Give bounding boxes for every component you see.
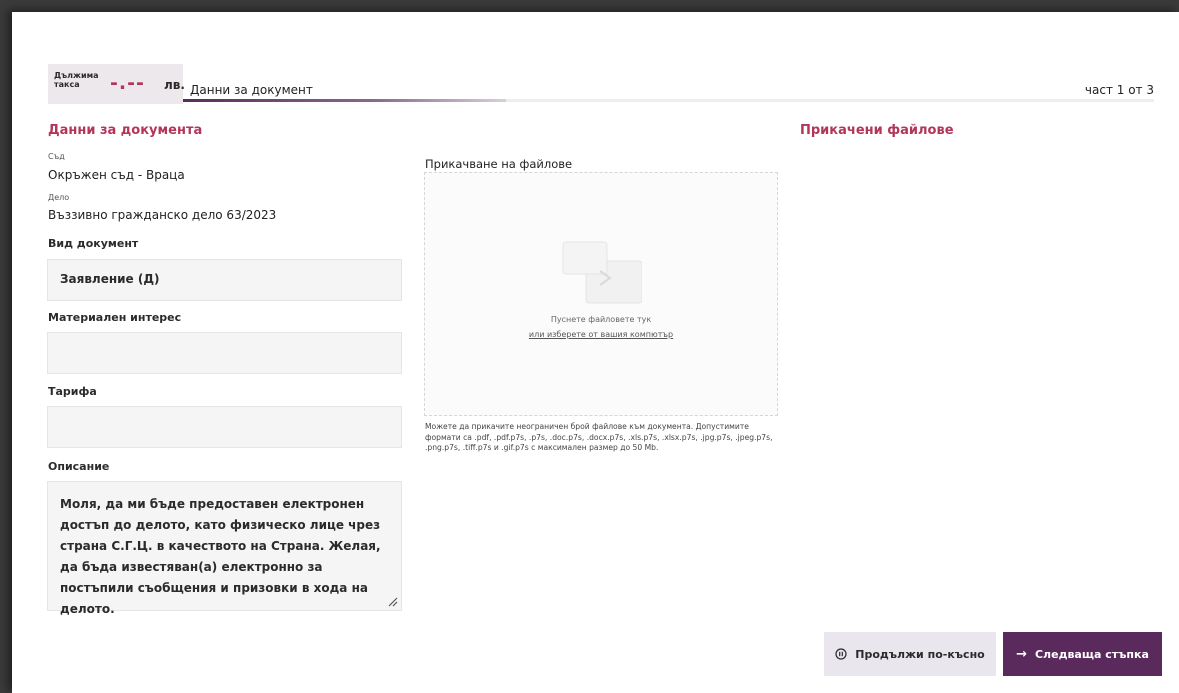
file-dropzone[interactable]: Пуснете файловете тук или изберете от ва… bbox=[424, 172, 778, 416]
court-value: Окръжен съд - Враца bbox=[48, 168, 185, 182]
continue-later-label: Продължи по-късно bbox=[855, 647, 985, 661]
tariff-input[interactable] bbox=[47, 406, 402, 448]
case-value: Въззивно гражданско дело 63/2023 bbox=[48, 208, 277, 222]
pause-circle-icon bbox=[835, 648, 847, 660]
doc-type-label: Вид документ bbox=[48, 237, 139, 250]
drop-text: Пуснете файловете тук bbox=[550, 315, 652, 324]
material-interest-input[interactable] bbox=[47, 332, 402, 374]
choose-file-link[interactable]: или изберете от вашия компютър bbox=[425, 330, 777, 339]
progress-fill bbox=[183, 99, 507, 102]
description-label: Описание bbox=[48, 460, 110, 473]
next-step-label: Следваща стъпка bbox=[1034, 647, 1149, 661]
arrow-right-icon: → bbox=[1016, 646, 1027, 662]
next-step-button[interactable]: → Следваща стъпка bbox=[1003, 632, 1162, 676]
resize-grip-icon[interactable] bbox=[388, 597, 398, 607]
continue-later-button[interactable]: Продължи по-късно bbox=[824, 632, 996, 676]
description-textarea[interactable]: Моля, да ми бъде предоставен електронен … bbox=[47, 481, 402, 616]
court-label: Съд bbox=[48, 152, 65, 161]
document-section-heading: Данни за документа bbox=[48, 123, 203, 138]
fee-currency: лв. bbox=[164, 78, 185, 92]
description-text: Моля, да ми бъде предоставен електронен … bbox=[60, 497, 381, 616]
step-title: Данни за документ bbox=[190, 83, 313, 97]
fee-box: Дължима такса -.-- лв. bbox=[48, 64, 185, 104]
tariff-label: Тарифа bbox=[48, 385, 97, 398]
attached-files-heading: Прикачени файлове bbox=[800, 123, 954, 138]
fee-label: Дължима такса bbox=[54, 71, 99, 89]
material-interest-label: Материален интерес bbox=[48, 311, 182, 324]
upload-hint: Можете да прикачите неограничен брой фай… bbox=[425, 422, 773, 452]
application-window: Дължима такса -.-- лв. Данни за документ… bbox=[12, 12, 1179, 693]
case-label: Дело bbox=[48, 193, 70, 202]
upload-title: Прикачване на файлове bbox=[425, 157, 573, 171]
files-upload-icon bbox=[562, 241, 642, 304]
fee-amount: -.-- bbox=[110, 72, 145, 94]
step-counter: част 1 от 3 bbox=[1084, 83, 1154, 97]
progress-bar bbox=[183, 99, 1154, 102]
doc-type-select[interactable]: Заявление (Д) bbox=[47, 259, 402, 301]
